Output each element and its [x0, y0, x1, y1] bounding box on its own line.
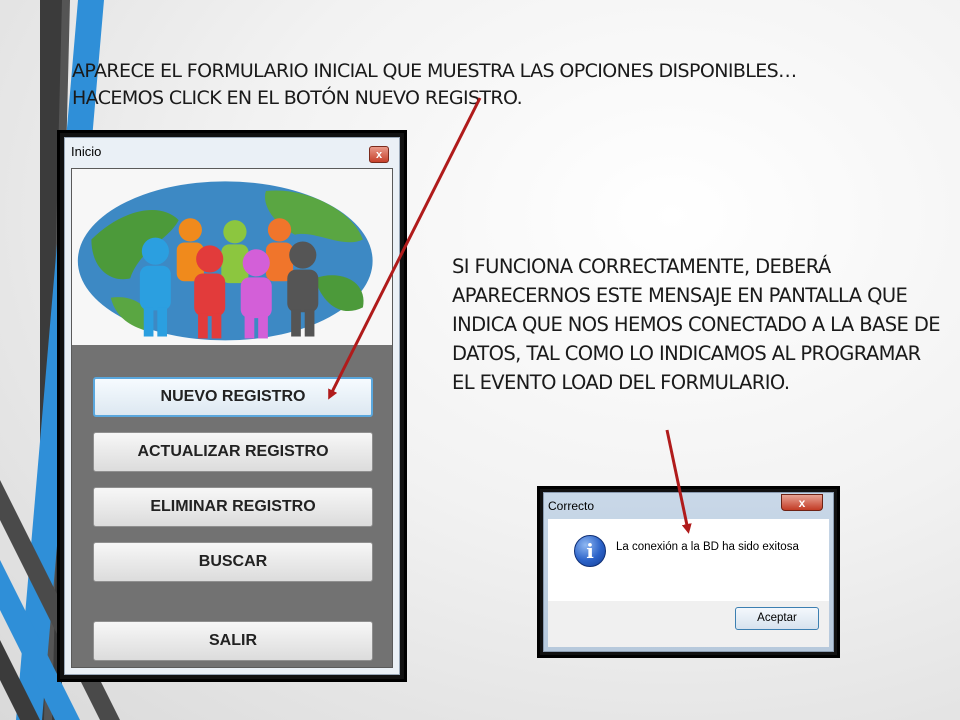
close-button[interactable]: x	[369, 146, 389, 163]
dialog-close-button[interactable]: x	[781, 494, 823, 511]
dialog-body: i La conexión a la BD ha sido exitosa	[548, 519, 829, 601]
caption-top: APARECE EL FORMULARIO INICIAL QUE MUESTR…	[72, 60, 797, 109]
inicio-window-frame: Inicio x NUEVO REGISTRO ACTUALIZAR REGIS…	[57, 130, 407, 682]
aceptar-button[interactable]: Aceptar	[735, 607, 819, 630]
dialog-message: La conexión a la BD ha sido exitosa	[616, 541, 799, 553]
actualizar-registro-button[interactable]: ACTUALIZAR REGISTRO	[93, 432, 373, 472]
dialog-footer: Aceptar	[548, 601, 829, 647]
form-client-area: NUEVO REGISTRO ACTUALIZAR REGISTRO ELIMI…	[71, 168, 393, 668]
salir-button[interactable]: SALIR	[93, 621, 373, 661]
eliminar-registro-button[interactable]: ELIMINAR REGISTRO	[93, 487, 373, 527]
logo-picture	[72, 169, 392, 345]
globe-people-icon	[77, 181, 373, 341]
nuevo-registro-button[interactable]: NUEVO REGISTRO	[93, 377, 373, 417]
inicio-window: Inicio x NUEVO REGISTRO ACTUALIZAR REGIS…	[64, 137, 400, 675]
caption-right: SI FUNCIONA CORRECTAMENTE, DEBERÁ APAREC…	[452, 255, 941, 394]
window-title: Inicio	[71, 144, 102, 159]
dialog-frame: Correcto x i La conexión a la BD ha sido…	[537, 486, 840, 658]
buscar-button[interactable]: BUSCAR	[93, 542, 373, 582]
correcto-dialog: Correcto x i La conexión a la BD ha sido…	[543, 492, 834, 652]
info-icon: i	[574, 535, 606, 567]
dialog-title: Correcto	[548, 499, 595, 513]
